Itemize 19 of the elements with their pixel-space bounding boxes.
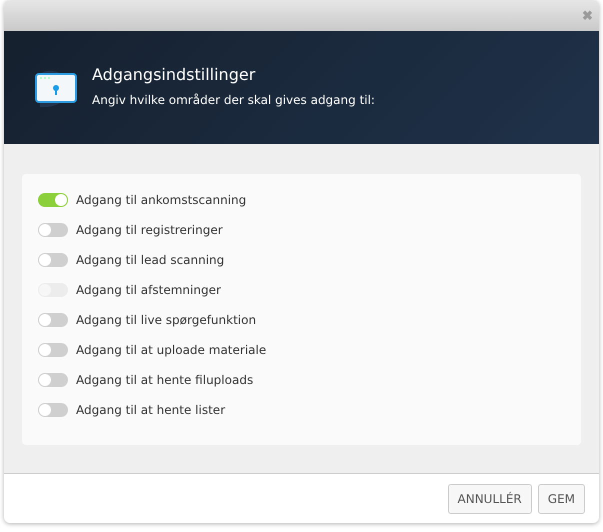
toggle-switch[interactable] (38, 343, 68, 357)
dialog-title: Adgangsindstillinger (92, 64, 256, 84)
cancel-button[interactable]: ANNULLÉR (448, 484, 532, 514)
toggle-switch[interactable] (38, 373, 68, 387)
toggle-switch[interactable] (38, 193, 68, 207)
toggle-label: Adgang til live spørgefunktion (76, 313, 256, 327)
toggle-switch[interactable] (38, 403, 68, 417)
toggle-switch[interactable] (38, 253, 68, 267)
dialog-subtitle: Angiv hvilke områder der skal gives adgang til: (92, 92, 375, 106)
toggle-label: Adgang til lead scanning (76, 253, 224, 267)
toggle-label: Adgang til at hente filuploads (76, 373, 254, 387)
save-button[interactable]: GEM (538, 484, 585, 514)
toggle-label: Adgang til at uploade materiale (76, 343, 266, 357)
toggle-label: Adgang til ankomstscanning (76, 193, 246, 207)
toggle-switch[interactable] (38, 223, 68, 237)
toggle-label: Adgang til at hente lister (76, 403, 226, 417)
toggle-label: Adgang til afstemninger (76, 283, 221, 297)
toggle-label: Adgang til registreringer (76, 223, 223, 237)
toggle-switch[interactable] (38, 313, 68, 327)
